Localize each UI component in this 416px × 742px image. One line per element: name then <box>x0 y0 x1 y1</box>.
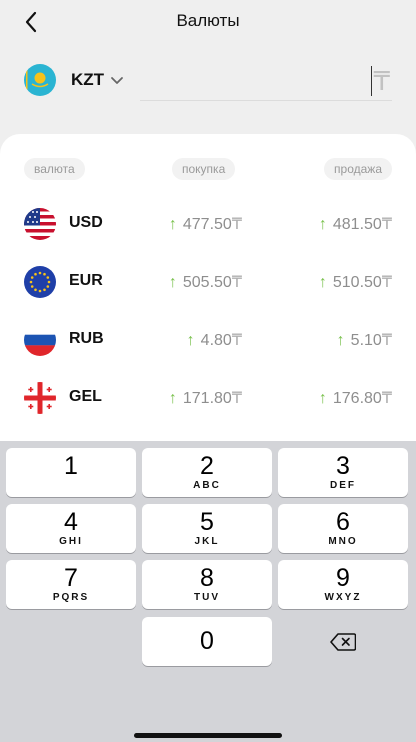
column-header-sell: продажа <box>324 158 392 180</box>
sell-rate: ↑ 510.50₸ <box>318 274 392 291</box>
key-5[interactable]: 5 JKL <box>142 504 272 553</box>
page-title: Валюты <box>176 11 240 30</box>
header: Валюты <box>0 0 416 48</box>
currency-code: RUB <box>69 330 104 347</box>
sell-rate: ↑ 5.10₸ <box>336 332 392 349</box>
key-7[interactable]: 7 PQRS <box>6 560 136 609</box>
backspace-icon <box>330 632 356 651</box>
arrow-up-icon: ↑ <box>318 274 327 291</box>
rates-card: валюта покупка продажа USD ↑ 477.50₸ ↑ 481… <box>0 134 416 454</box>
arrow-up-icon: ↑ <box>186 332 195 349</box>
column-header-buy: покупка <box>172 158 236 180</box>
key-9[interactable]: 9 WXYZ <box>278 560 408 609</box>
amount-input[interactable]: ₸ <box>140 64 392 101</box>
arrow-up-icon: ↑ <box>318 216 327 233</box>
base-currency-select[interactable]: KZT <box>24 63 124 97</box>
delete-key[interactable] <box>278 617 408 666</box>
buy-rate: ↑ 477.50₸ <box>168 216 242 233</box>
rate-row-usd[interactable]: USD ↑ 477.50₸ ↑ 481.50₸ <box>0 204 416 244</box>
home-indicator <box>134 733 282 738</box>
ge-flag-icon <box>24 382 56 414</box>
kz-flag-icon <box>24 64 56 96</box>
rate-row-eur[interactable]: EUR ↑ 505.50₸ ↑ 510.50₸ <box>0 262 416 302</box>
currency-code: GEL <box>69 388 102 405</box>
column-header-currency: валюта <box>24 158 85 180</box>
key-8[interactable]: 8 TUV <box>142 560 272 609</box>
key-4[interactable]: 4 GHI <box>6 504 136 553</box>
buy-rate: ↑ 4.80₸ <box>186 332 242 349</box>
base-currency-code: KZT <box>71 70 105 89</box>
rate-row-gel[interactable]: GEL ↑ 171.80₸ ↑ 176.80₸ <box>0 378 416 418</box>
key-0[interactable]: 0 <box>142 617 272 666</box>
arrow-up-icon: ↑ <box>168 274 177 291</box>
arrow-up-icon: ↑ <box>168 390 177 407</box>
arrow-up-icon: ↑ <box>168 216 177 233</box>
arrow-up-icon: ↑ <box>336 332 345 349</box>
sell-rate: ↑ 176.80₸ <box>318 390 392 407</box>
amount-placeholder: ₸ <box>373 66 390 96</box>
ru-flag-icon <box>24 324 56 356</box>
us-flag-icon <box>24 208 56 240</box>
sell-rate: ↑ 481.50₸ <box>318 216 392 233</box>
buy-rate: ↑ 171.80₸ <box>168 390 242 407</box>
key-6[interactable]: 6 MNO <box>278 504 408 553</box>
numeric-keypad: 1 2 ABC 3 DEF 4 GHI 5 JKL 6 MNO 7 PQRS 8… <box>0 441 416 742</box>
text-caret <box>370 66 372 96</box>
currency-code: USD <box>69 214 103 231</box>
key-1[interactable]: 1 <box>6 448 136 497</box>
key-2[interactable]: 2 ABC <box>142 448 272 497</box>
chevron-down-icon <box>111 77 123 84</box>
eu-flag-icon <box>24 266 56 298</box>
buy-rate: ↑ 505.50₸ <box>168 274 242 291</box>
currency-code: EUR <box>69 272 103 289</box>
key-3[interactable]: 3 DEF <box>278 448 408 497</box>
rate-row-rub[interactable]: RUB ↑ 4.80₸ ↑ 5.10₸ <box>0 320 416 360</box>
arrow-up-icon: ↑ <box>318 390 327 407</box>
